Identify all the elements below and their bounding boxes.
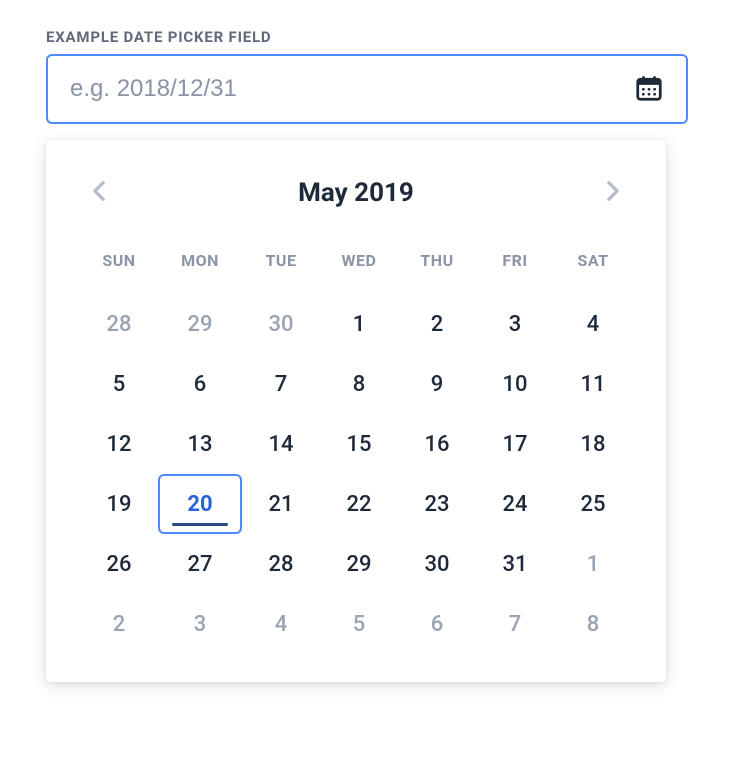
calendar-day[interactable]: 7 (242, 354, 320, 414)
calendar-day[interactable]: 8 (554, 594, 632, 654)
calendar-header: May 2019 (80, 172, 632, 213)
calendar-day[interactable]: 5 (80, 354, 158, 414)
calendar-day[interactable]: 2 (80, 594, 158, 654)
next-month-button[interactable] (598, 172, 628, 213)
calendar-day[interactable]: 26 (80, 534, 158, 594)
calendar-day[interactable]: 17 (476, 414, 554, 474)
calendar-day[interactable]: 31 (476, 534, 554, 594)
calendar-day[interactable]: 9 (398, 354, 476, 414)
calendar-day[interactable]: 21 (242, 474, 320, 534)
calendar-day[interactable]: 24 (476, 474, 554, 534)
calendar-day[interactable]: 16 (398, 414, 476, 474)
calendar-day[interactable]: 3 (476, 294, 554, 354)
calendar-day[interactable]: 18 (554, 414, 632, 474)
calendar-day[interactable]: 23 (398, 474, 476, 534)
date-input[interactable] (70, 75, 634, 103)
calendar-day[interactable]: 10 (476, 354, 554, 414)
calendar-toggle-button[interactable] (634, 73, 664, 106)
calendar-day[interactable]: 14 (242, 414, 320, 474)
calendar-day[interactable]: 28 (80, 294, 158, 354)
calendar-day[interactable]: 25 (554, 474, 632, 534)
calendar-day[interactable]: 8 (320, 354, 398, 414)
day-of-week-header: THU (398, 251, 476, 294)
chevron-left-icon (92, 180, 106, 205)
day-of-week-header: SUN (80, 251, 158, 294)
calendar-day[interactable]: 11 (554, 354, 632, 414)
calendar-day[interactable]: 1 (320, 294, 398, 354)
calendar-grid: SUNMONTUEWEDTHUFRISAT2829301234567891011… (80, 251, 632, 654)
calendar-day[interactable]: 6 (398, 594, 476, 654)
calendar-day[interactable]: 22 (320, 474, 398, 534)
calendar-day[interactable]: 12 (80, 414, 158, 474)
calendar-day[interactable]: 6 (158, 354, 242, 414)
field-label: EXAMPLE DATE PICKER FIELD (46, 28, 688, 46)
calendar-day[interactable]: 28 (242, 534, 320, 594)
calendar-day[interactable]: 30 (398, 534, 476, 594)
calendar-day[interactable]: 4 (554, 294, 632, 354)
day-of-week-header: SAT (554, 251, 632, 294)
calendar-day-today[interactable]: 20 (158, 474, 242, 534)
date-input-wrapper[interactable] (46, 54, 688, 124)
day-of-week-header: MON (158, 251, 242, 294)
calendar-day[interactable]: 30 (242, 294, 320, 354)
chevron-right-icon (606, 180, 620, 205)
calendar-day[interactable]: 15 (320, 414, 398, 474)
calendar-day[interactable]: 29 (320, 534, 398, 594)
calendar-day[interactable]: 5 (320, 594, 398, 654)
day-of-week-header: WED (320, 251, 398, 294)
day-of-week-header: FRI (476, 251, 554, 294)
prev-month-button[interactable] (84, 172, 114, 213)
calendar-popover: May 2019 SUNMONTUEWEDTHUFRISAT2829301234… (46, 140, 666, 682)
calendar-icon (634, 73, 664, 106)
calendar-day[interactable]: 27 (158, 534, 242, 594)
calendar-day[interactable]: 13 (158, 414, 242, 474)
calendar-day[interactable]: 4 (242, 594, 320, 654)
calendar-day[interactable]: 7 (476, 594, 554, 654)
calendar-day[interactable]: 3 (158, 594, 242, 654)
month-title: May 2019 (298, 178, 414, 208)
calendar-day[interactable]: 19 (80, 474, 158, 534)
calendar-day[interactable]: 2 (398, 294, 476, 354)
calendar-day[interactable]: 29 (158, 294, 242, 354)
calendar-day[interactable]: 1 (554, 534, 632, 594)
day-of-week-header: TUE (242, 251, 320, 294)
